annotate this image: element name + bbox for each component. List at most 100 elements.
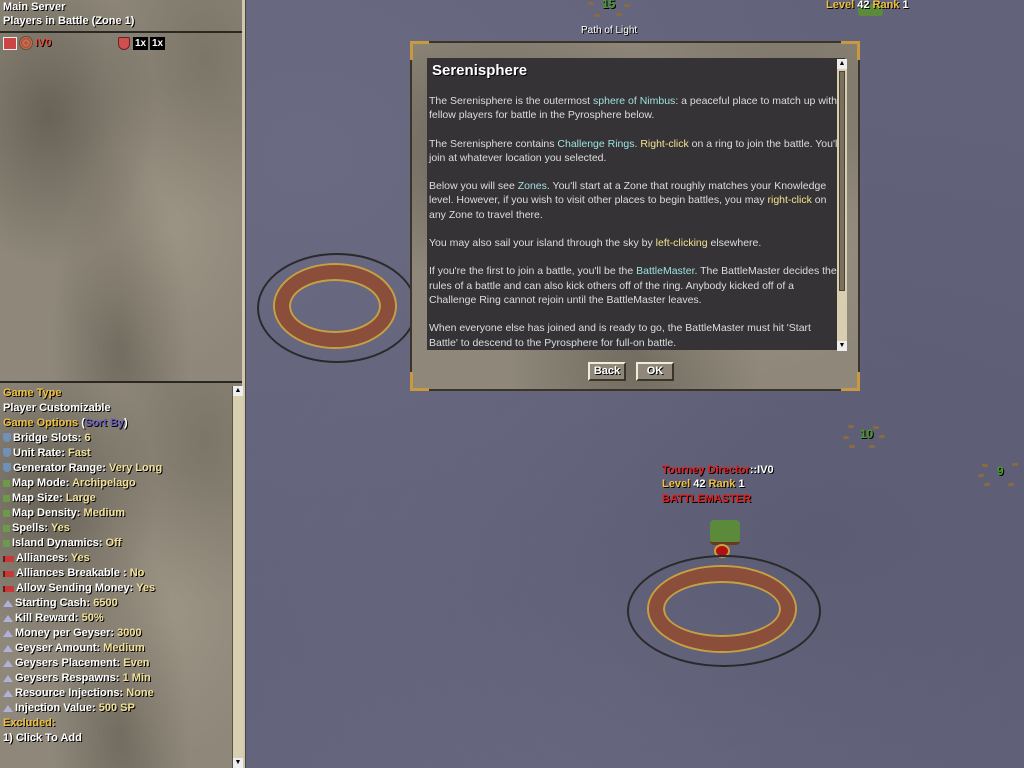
game-option-item[interactable]: Geysers Placement: Even [3,656,231,671]
square-icon [3,540,10,547]
option-label: Geysers Respawns: [15,672,120,684]
scroll-up-button[interactable]: ▲ [837,59,847,69]
player-entry[interactable]: IV0 [3,36,52,50]
divider [0,31,242,33]
director-name[interactable]: Tourney Director::IV0 [662,464,774,476]
link[interactable]: sphere of Nimbus [593,95,675,107]
player-color-icon [3,36,17,50]
game-option-item[interactable]: Map Size: Large [3,491,231,506]
game-option-item[interactable]: Unit Rate: Fast [3,446,231,461]
paragraph: Below you will see Zones. You'll start a… [429,180,827,221]
target-icon [19,36,33,50]
option-value: 3000 [117,627,142,639]
paragraph: The Serenisphere is the outermost sphere… [429,95,837,122]
option-value: Yes [136,582,156,594]
square-icon [3,480,10,487]
scroll-down-button[interactable]: ▼ [233,758,243,768]
dialog-content: Serenisphere The Serenisphere is the out… [427,58,845,350]
game-option-item[interactable]: Allow Sending Money: Yes [3,581,231,596]
dialog-body: The Serenisphere is the outermost sphere… [429,94,841,364]
game-options-label: Game Options [3,417,79,429]
options-scrollbar[interactable]: ▲ ▼ [232,386,243,768]
players-panel: Main Server Players in Battle (Zone 1) I… [0,0,242,383]
option-label: Generator Range: [13,462,106,474]
zone-15[interactable]: 15 [586,0,634,22]
option-value: Fast [68,447,91,459]
excluded-label: Excluded: [3,717,56,729]
zone-number: 10 [860,427,874,441]
multiplier-a[interactable]: 1x [133,37,149,50]
top-player-level: Level 42 Rank 1 [826,0,909,11]
game-option-item[interactable]: Starting Cash: 6500 [3,596,231,611]
triangle-icon [3,615,13,622]
scroll-down-button[interactable]: ▼ [837,341,847,351]
ok-button[interactable]: OK [636,362,674,381]
option-value: 500 SP [98,702,135,714]
square-icon [3,495,10,502]
game-type-label: Game Type [3,387,62,399]
excluded-add-button[interactable]: 1) Click To Add [3,731,231,746]
game-option-item[interactable]: Injection Value: 500 SP [3,701,231,716]
option-label: Map Mode: [12,477,70,489]
link[interactable]: Zones [518,180,547,192]
option-value: Yes [50,522,70,534]
game-option-item[interactable]: Island Dynamics: Off [3,536,231,551]
option-label: Map Size: [12,492,63,504]
option-label: Kill Reward: [15,612,79,624]
challenge-ring-active[interactable] [627,555,822,670]
option-label: Map Density: [12,507,81,519]
option-label: Island Dynamics: [12,537,103,549]
game-option-item[interactable]: Money per Geyser: 3000 [3,626,231,641]
option-label: Bridge Slots: [13,432,82,444]
flag-icon [3,586,14,592]
link[interactable]: Challenge Rings [557,138,634,150]
corner-ornament [410,372,429,391]
option-label: Alliances Breakable : [16,567,127,579]
game-option-item[interactable]: Resource Injections: None [3,686,231,701]
game-option-item[interactable]: Spells: Yes [3,521,231,536]
link[interactable]: BattleMaster [636,265,694,277]
game-option-item[interactable]: Alliances: Yes [3,551,231,566]
option-value: Medium [103,642,145,654]
option-value: Very Long [108,462,163,474]
game-type-value[interactable]: Player Customizable [3,401,231,416]
sort-by-link[interactable]: Sort By [85,417,124,429]
scroll-up-button[interactable]: ▲ [233,386,243,396]
zone-9[interactable]: 9 [978,459,1024,489]
game-option-item[interactable]: Alliances Breakable : No [3,566,231,581]
serenisphere-dialog: Serenisphere The Serenisphere is the out… [410,41,860,391]
dialog-scrollbar[interactable]: ▲ ▼ [837,59,847,351]
zone-10[interactable]: 10 [843,420,889,452]
paragraph: If you're the first to join a battle, yo… [429,265,837,306]
scroll-thumb[interactable] [839,71,845,291]
shield-icon [3,463,11,472]
game-option-item[interactable]: Bridge Slots: 6 [3,431,231,446]
game-option-item[interactable]: Map Density: Medium [3,506,231,521]
shield-icon [118,37,130,50]
flag-icon [3,571,14,577]
triangle-icon [3,645,13,652]
battlemaster-badge: BATTLEMASTER [662,493,752,505]
option-value: 6 [84,432,91,444]
server-name: Main Server [3,1,66,13]
option-label: Geyser Amount: [15,642,101,654]
option-value: Large [65,492,96,504]
option-label: Money per Geyser: [15,627,115,639]
island-icon[interactable] [710,520,740,545]
game-option-item[interactable]: Geysers Respawns: 1 Min [3,671,231,686]
paragraph: When everyone else has joined and is rea… [429,322,811,349]
square-icon [3,510,10,517]
triangle-icon [3,630,13,637]
shield-icon [3,448,11,457]
game-option-item[interactable]: Geyser Amount: Medium [3,641,231,656]
back-button[interactable]: Back [588,362,626,381]
game-option-item[interactable]: Map Mode: Archipelago [3,476,231,491]
game-option-item[interactable]: Generator Range: Very Long [3,461,231,476]
challenge-ring[interactable] [257,253,417,363]
option-label: Spells: [12,522,49,534]
multiplier-b[interactable]: 1x [150,37,166,50]
dialog-title: Serenisphere [432,62,528,79]
game-option-item[interactable]: Kill Reward: 50% [3,611,231,626]
option-value: Yes [70,552,90,564]
game-options-list: Game Type Player Customizable Game Optio… [3,386,231,746]
